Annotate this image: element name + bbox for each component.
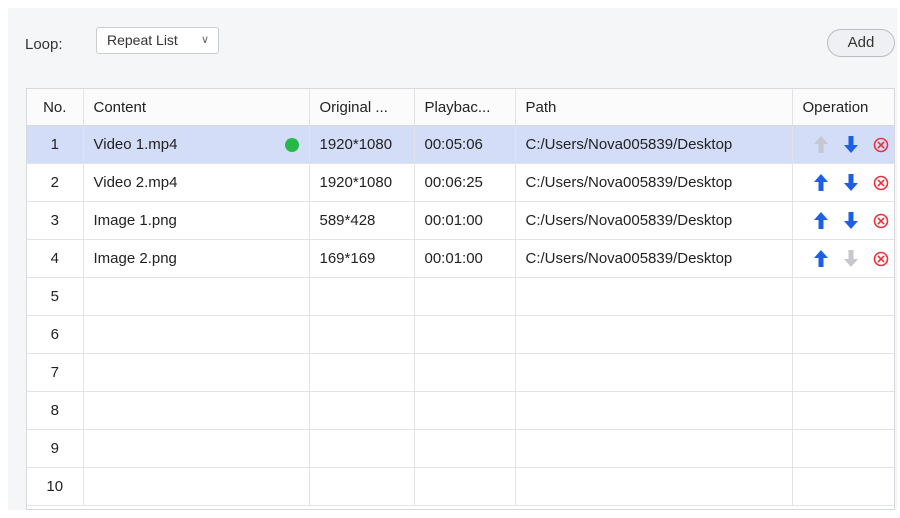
row-content: Video 1.mp4 xyxy=(93,136,178,153)
table-row[interactable]: 6 xyxy=(27,315,894,354)
playlist-table: No. Content Original ... Playbac... Path… xyxy=(26,88,895,510)
table-row[interactable]: 1 Video 1.mp4 1920*1080 00:05:06 C:/Users/No… xyxy=(27,125,895,164)
row-path: C:/Users/Nova005839/Desktop xyxy=(525,174,733,191)
row-no: 3 xyxy=(50,212,59,229)
playlist-panel: Loop: Repeat List ∨ Add No. Content Orig… xyxy=(8,8,897,510)
table-row[interactable]: 2 Video 2.mp4 1920*1080 00:06:25 C:/Users/No… xyxy=(27,163,895,202)
table-row[interactable]: 3 Image 1.png 589*428 00:01:00 C:/Users/Nova… xyxy=(27,201,895,240)
row-original: 169*169 xyxy=(319,250,376,267)
arrow-up-icon[interactable] xyxy=(813,250,829,268)
row-path: C:/Users/Nova005839/Desktop xyxy=(525,250,733,267)
arrow-up-icon[interactable] xyxy=(813,174,829,192)
table-row[interactable]: 4 Image 2.png 169*169 00:01:00 C:/Users/Nova… xyxy=(27,239,895,278)
header-playback[interactable]: Playbac... xyxy=(414,89,516,126)
table-row[interactable]: 8 xyxy=(27,391,894,430)
row-path: C:/Users/Nova005839/Desktop xyxy=(525,136,733,153)
loop-mode-value: Repeat List xyxy=(107,32,178,48)
row-operations xyxy=(803,250,895,268)
arrow-up-icon[interactable] xyxy=(813,212,829,230)
delete-circle-icon[interactable] xyxy=(873,174,889,192)
arrow-down-icon[interactable] xyxy=(843,212,859,230)
header-content[interactable]: Content xyxy=(83,89,310,126)
delete-circle-icon[interactable] xyxy=(873,212,889,230)
chevron-down-icon: ∨ xyxy=(200,34,209,46)
row-playback: 00:01:00 xyxy=(424,250,483,267)
row-content: Image 2.png xyxy=(93,250,177,267)
row-playback: 00:05:06 xyxy=(424,136,483,153)
row-operations xyxy=(803,212,895,230)
row-no: 4 xyxy=(50,250,59,267)
row-no: 9 xyxy=(50,440,59,457)
row-operations xyxy=(803,136,895,154)
table-row[interactable]: 9 xyxy=(27,429,894,468)
row-operations xyxy=(803,174,895,192)
loop-mode-select[interactable]: Repeat List ∨ xyxy=(96,27,219,54)
row-playback: 00:06:25 xyxy=(424,174,483,191)
row-original: 589*428 xyxy=(319,212,376,229)
table-row[interactable]: 10 xyxy=(27,467,894,506)
table-header-row: No. Content Original ... Playbac... Path… xyxy=(27,89,894,126)
delete-circle-icon[interactable] xyxy=(873,136,889,154)
delete-circle-icon[interactable] xyxy=(873,250,889,268)
row-no: 8 xyxy=(50,402,59,419)
header-operation: Operation xyxy=(792,89,894,126)
row-no: 10 xyxy=(46,478,64,495)
table-row[interactable]: 5 xyxy=(27,277,894,316)
table-row[interactable]: 7 xyxy=(27,353,894,392)
header-path[interactable]: Path xyxy=(515,89,793,126)
loop-label: Loop: xyxy=(25,36,63,53)
row-path: C:/Users/Nova005839/Desktop xyxy=(525,212,733,229)
row-original: 1920*1080 xyxy=(319,136,393,153)
arrow-down-icon[interactable] xyxy=(843,136,859,154)
header-original[interactable]: Original ... xyxy=(309,89,415,126)
row-no: 2 xyxy=(50,174,59,191)
status-dot-icon xyxy=(284,138,299,152)
add-button[interactable]: Add xyxy=(827,29,895,57)
row-no: 6 xyxy=(50,326,59,343)
row-content: Video 2.mp4 xyxy=(93,174,178,191)
row-no: 5 xyxy=(50,288,59,305)
row-playback: 00:01:00 xyxy=(424,212,483,229)
row-no: 1 xyxy=(50,136,59,153)
toolbar: Loop: Repeat List ∨ Add xyxy=(8,8,897,78)
arrow-up-icon xyxy=(813,136,829,154)
row-original: 1920*1080 xyxy=(319,174,393,191)
row-content: Image 1.png xyxy=(93,212,177,229)
arrow-down-icon[interactable] xyxy=(843,174,859,192)
row-no: 7 xyxy=(50,364,59,381)
arrow-down-icon xyxy=(843,250,859,268)
header-no[interactable]: No. xyxy=(27,89,84,126)
